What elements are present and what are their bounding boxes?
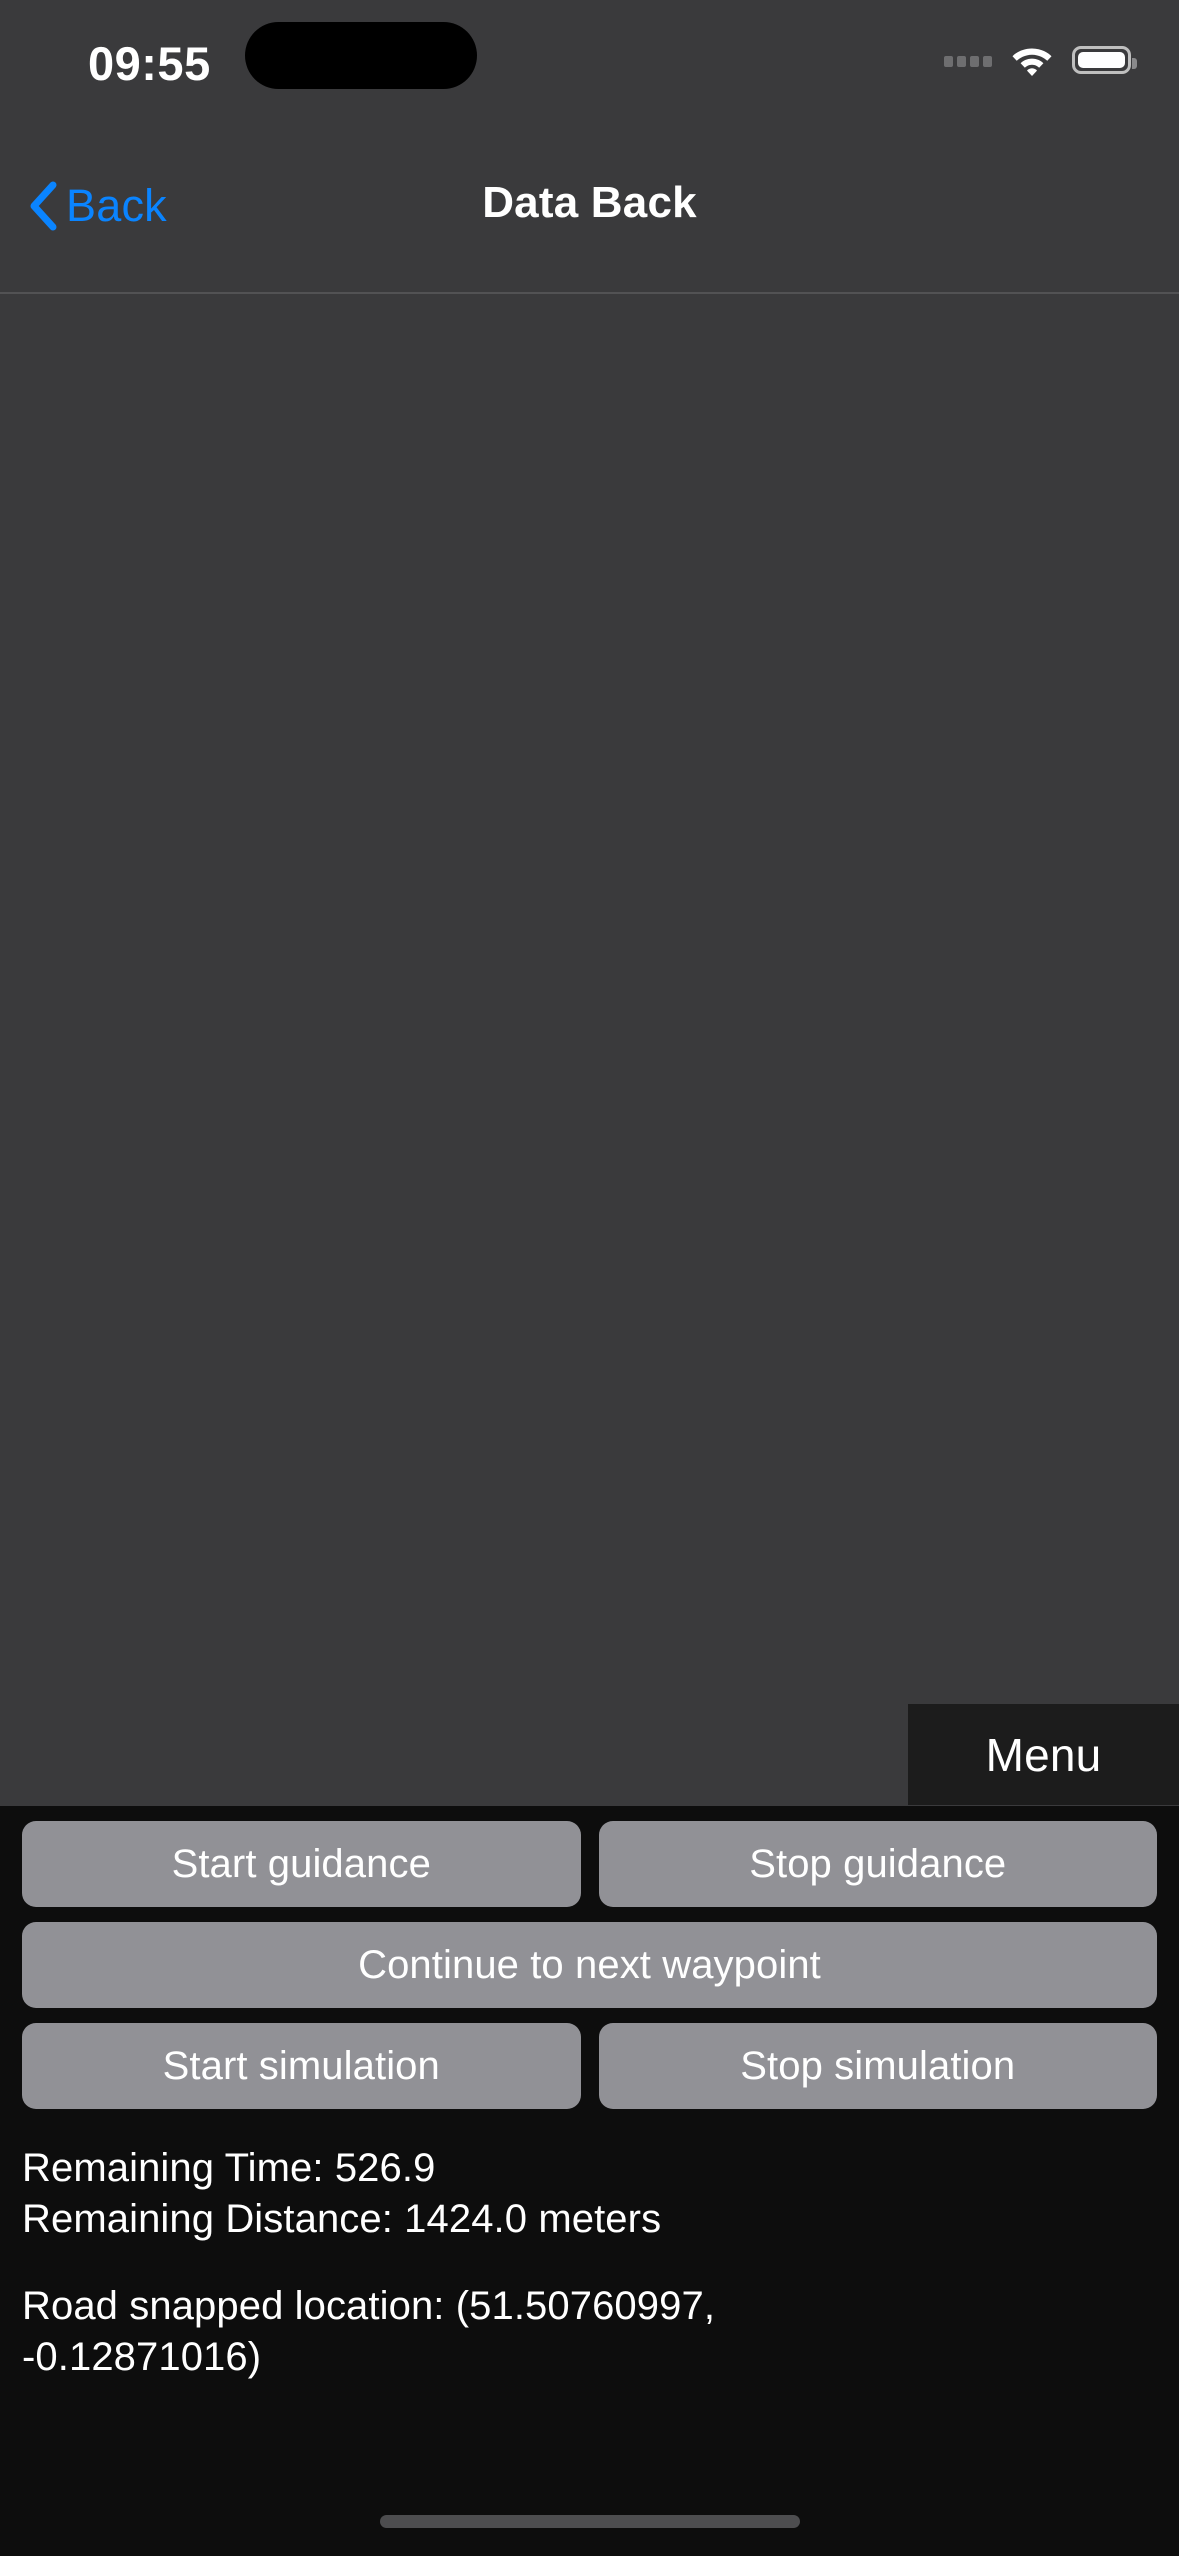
home-indicator[interactable] <box>379 2515 800 2528</box>
status-bar-time: 09:55 <box>88 37 211 90</box>
battery-full-icon <box>1072 46 1137 74</box>
app-screen: 09:55 Back Data Back Menu Start guidance… <box>0 0 1179 2556</box>
map-view[interactable] <box>0 294 1179 1806</box>
wifi-icon <box>1010 44 1054 77</box>
route-info-block: Remaining Time: 526.9 Remaining Distance… <box>0 2143 1179 2383</box>
signal-dots-icon <box>944 53 992 67</box>
remaining-distance-text: Remaining Distance: 1424.0 meters <box>22 2197 662 2241</box>
status-bar: 09:55 <box>0 0 1179 120</box>
stop-guidance-button[interactable]: Stop guidance <box>598 1821 1157 1907</box>
start-simulation-button[interactable]: Start simulation <box>22 2023 581 2109</box>
waypoint-button-row: Continue to next waypoint <box>0 1922 1179 2008</box>
simulation-button-row: Start simulation Stop simulation <box>0 2023 1179 2109</box>
controls-panel: Start guidance Stop guidance Continue to… <box>0 1806 1179 2556</box>
dynamic-island <box>245 22 477 89</box>
start-guidance-button[interactable]: Start guidance <box>22 1821 581 1907</box>
navigation-bar: Back Data Back <box>0 120 1179 294</box>
continue-next-waypoint-button[interactable]: Continue to next waypoint <box>22 1922 1157 2008</box>
menu-button[interactable]: Menu <box>908 1704 1179 1805</box>
page-title: Data Back <box>482 178 697 227</box>
status-bar-indicators <box>944 38 1137 82</box>
guidance-button-row: Start guidance Stop guidance <box>0 1821 1179 1907</box>
road-snapped-location-text: Road snapped location: (51.50760997, -0.… <box>22 2284 716 2379</box>
menu-button-label: Menu <box>985 1728 1102 1781</box>
remaining-time-text: Remaining Time: 526.9 <box>22 2146 436 2190</box>
stop-simulation-button[interactable]: Stop simulation <box>598 2023 1157 2109</box>
